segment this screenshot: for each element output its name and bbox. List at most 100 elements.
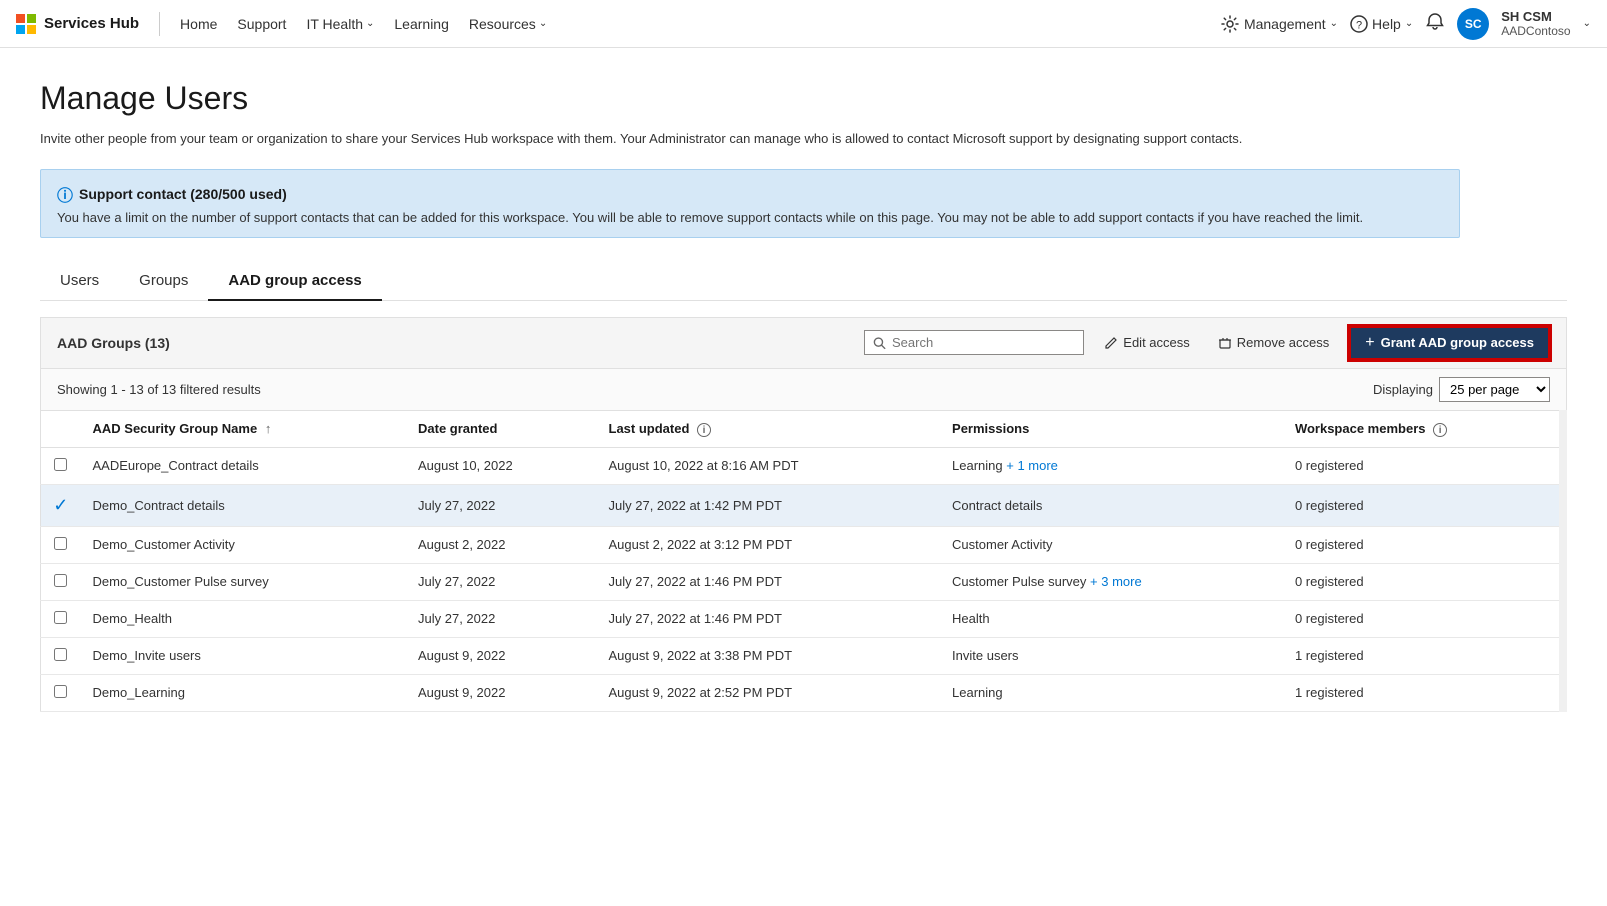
- displaying-label: Displaying: [1373, 382, 1433, 397]
- nav-link-learning[interactable]: Learning: [386, 12, 457, 36]
- tab-users[interactable]: Users: [40, 262, 119, 301]
- notifications-icon[interactable]: [1425, 12, 1445, 35]
- remove-access-button[interactable]: Remove access: [1210, 331, 1337, 354]
- cell-date-granted: August 10, 2022: [406, 447, 597, 484]
- nav-management[interactable]: Management ⌄: [1220, 14, 1338, 34]
- cell-permissions: Learning + 1 more: [940, 447, 1283, 484]
- search-input[interactable]: [892, 335, 1075, 350]
- gear-icon: [1220, 14, 1240, 34]
- table-body: AADEurope_Contract detailsAugust 10, 202…: [41, 447, 1567, 711]
- table-row[interactable]: AADEurope_Contract detailsAugust 10, 202…: [41, 447, 1567, 484]
- edit-icon: [1104, 336, 1118, 350]
- edit-access-button[interactable]: Edit access: [1096, 331, 1197, 354]
- tab-aad-group-access[interactable]: AAD group access: [208, 262, 381, 301]
- nav-links: Home Support IT Health ⌄ Learning Resour…: [172, 12, 1220, 36]
- nav-help[interactable]: ? Help ⌄: [1350, 15, 1413, 33]
- help-circle-icon: ?: [1350, 15, 1368, 33]
- row-checkbox-checked[interactable]: ✓: [53, 495, 68, 515]
- nav-link-support[interactable]: Support: [229, 12, 294, 36]
- cell-group-name: Demo_Contract details: [81, 484, 407, 526]
- page-description: Invite other people from your team or or…: [40, 129, 1340, 149]
- displaying-select: Displaying 25 per page 50 per page 100 p…: [1373, 377, 1550, 402]
- nav-logo[interactable]: Services Hub: [16, 14, 139, 34]
- user-org: AADContoso: [1501, 24, 1570, 38]
- aad-groups-label: AAD Groups (13): [57, 335, 852, 351]
- cell-date-granted: August 9, 2022: [406, 637, 597, 674]
- svg-text:?: ?: [1356, 19, 1362, 31]
- col-header-workspace-members[interactable]: Workspace members i: [1283, 410, 1567, 447]
- col-header-date-granted[interactable]: Date granted: [406, 410, 597, 447]
- nav-divider: [159, 12, 160, 36]
- page-title: Manage Users: [40, 80, 1567, 117]
- row-checkbox[interactable]: [54, 537, 67, 550]
- table-row[interactable]: Demo_HealthJuly 27, 2022July 27, 2022 at…: [41, 600, 1567, 637]
- row-checkbox[interactable]: [54, 685, 67, 698]
- cell-workspace-members: 0 registered: [1283, 526, 1567, 563]
- search-box: [864, 330, 1084, 355]
- cell-workspace-members: 1 registered: [1283, 674, 1567, 711]
- col-header-name[interactable]: AAD Security Group Name ↑: [81, 410, 407, 447]
- alert-title: ⓘ Support contact (280/500 used): [57, 182, 1443, 206]
- cell-permissions: Customer Pulse survey + 3 more: [940, 563, 1283, 600]
- cell-permissions: Learning: [940, 674, 1283, 711]
- scrollbar[interactable]: [1559, 410, 1567, 712]
- cell-workspace-members: 0 registered: [1283, 484, 1567, 526]
- cell-last-updated: July 27, 2022 at 1:42 PM PDT: [597, 484, 941, 526]
- cell-date-granted: August 2, 2022: [406, 526, 597, 563]
- table-row[interactable]: Demo_Invite usersAugust 9, 2022August 9,…: [41, 637, 1567, 674]
- row-checkbox[interactable]: [54, 648, 67, 661]
- row-checkbox[interactable]: [54, 458, 67, 471]
- plus-icon: +: [1365, 334, 1374, 352]
- aad-groups-table: AAD Security Group Name ↑ Date granted L…: [40, 410, 1567, 712]
- table-row[interactable]: ✓Demo_Contract detailsJuly 27, 2022July …: [41, 484, 1567, 526]
- last-updated-info-icon[interactable]: i: [697, 423, 711, 437]
- cell-group-name: Demo_Customer Activity: [81, 526, 407, 563]
- select-all-header: [41, 410, 81, 447]
- cell-group-name: AADEurope_Contract details: [81, 447, 407, 484]
- cell-group-name: Demo_Health: [81, 600, 407, 637]
- tabs-container: Users Groups AAD group access: [40, 262, 1567, 301]
- table-row[interactable]: Demo_Customer ActivityAugust 2, 2022Augu…: [41, 526, 1567, 563]
- table-row[interactable]: Demo_Customer Pulse surveyJuly 27, 2022J…: [41, 563, 1567, 600]
- nav-link-resources[interactable]: Resources ⌄: [461, 12, 555, 36]
- cell-date-granted: July 27, 2022: [406, 563, 597, 600]
- row-checkbox[interactable]: [54, 574, 67, 587]
- col-header-permissions[interactable]: Permissions: [940, 410, 1283, 447]
- trash-icon: [1218, 336, 1232, 350]
- cell-date-granted: July 27, 2022: [406, 600, 597, 637]
- alert-body: You have a limit on the number of suppor…: [57, 210, 1443, 225]
- cell-group-name: Demo_Customer Pulse survey: [81, 563, 407, 600]
- grant-aad-group-access-button[interactable]: + Grant AAD group access: [1349, 326, 1550, 360]
- cell-permissions: Invite users: [940, 637, 1283, 674]
- nav-link-it-health[interactable]: IT Health ⌄: [298, 12, 382, 36]
- cell-group-name: Demo_Invite users: [81, 637, 407, 674]
- help-label: Help: [1372, 16, 1401, 32]
- help-chevron-icon: ⌄: [1405, 18, 1413, 29]
- nav-logo-text: Services Hub: [44, 15, 139, 32]
- cell-permissions: Health: [940, 600, 1283, 637]
- tab-groups[interactable]: Groups: [119, 262, 208, 301]
- row-checkbox[interactable]: [54, 611, 67, 624]
- top-navigation: Services Hub Home Support IT Health ⌄ Le…: [0, 0, 1607, 48]
- table-wrapper: AAD Security Group Name ↑ Date granted L…: [40, 410, 1567, 712]
- workspace-members-info-icon[interactable]: i: [1433, 423, 1447, 437]
- cell-last-updated: July 27, 2022 at 1:46 PM PDT: [597, 600, 941, 637]
- avatar[interactable]: SC: [1457, 8, 1489, 40]
- permissions-extra-link[interactable]: + 3 more: [1090, 574, 1142, 589]
- user-chevron-icon[interactable]: ⌄: [1583, 18, 1591, 29]
- user-info[interactable]: SH CSM AADContoso: [1501, 9, 1570, 38]
- cell-last-updated: July 27, 2022 at 1:46 PM PDT: [597, 563, 941, 600]
- cell-last-updated: August 9, 2022 at 2:52 PM PDT: [597, 674, 941, 711]
- col-header-last-updated[interactable]: Last updated i: [597, 410, 941, 447]
- per-page-dropdown[interactable]: 25 per page 50 per page 100 per page: [1439, 377, 1550, 402]
- main-content: Manage Users Invite other people from yo…: [0, 48, 1607, 752]
- showing-text: Showing 1 - 13 of 13 filtered results: [57, 382, 261, 397]
- cell-permissions: Customer Activity: [940, 526, 1283, 563]
- cell-workspace-members: 1 registered: [1283, 637, 1567, 674]
- permissions-extra-link[interactable]: + 1 more: [1006, 458, 1058, 473]
- alert-info-icon: ⓘ: [57, 182, 73, 206]
- cell-last-updated: August 9, 2022 at 3:38 PM PDT: [597, 637, 941, 674]
- nav-link-home[interactable]: Home: [172, 12, 225, 36]
- cell-workspace-members: 0 registered: [1283, 447, 1567, 484]
- table-row[interactable]: Demo_LearningAugust 9, 2022August 9, 202…: [41, 674, 1567, 711]
